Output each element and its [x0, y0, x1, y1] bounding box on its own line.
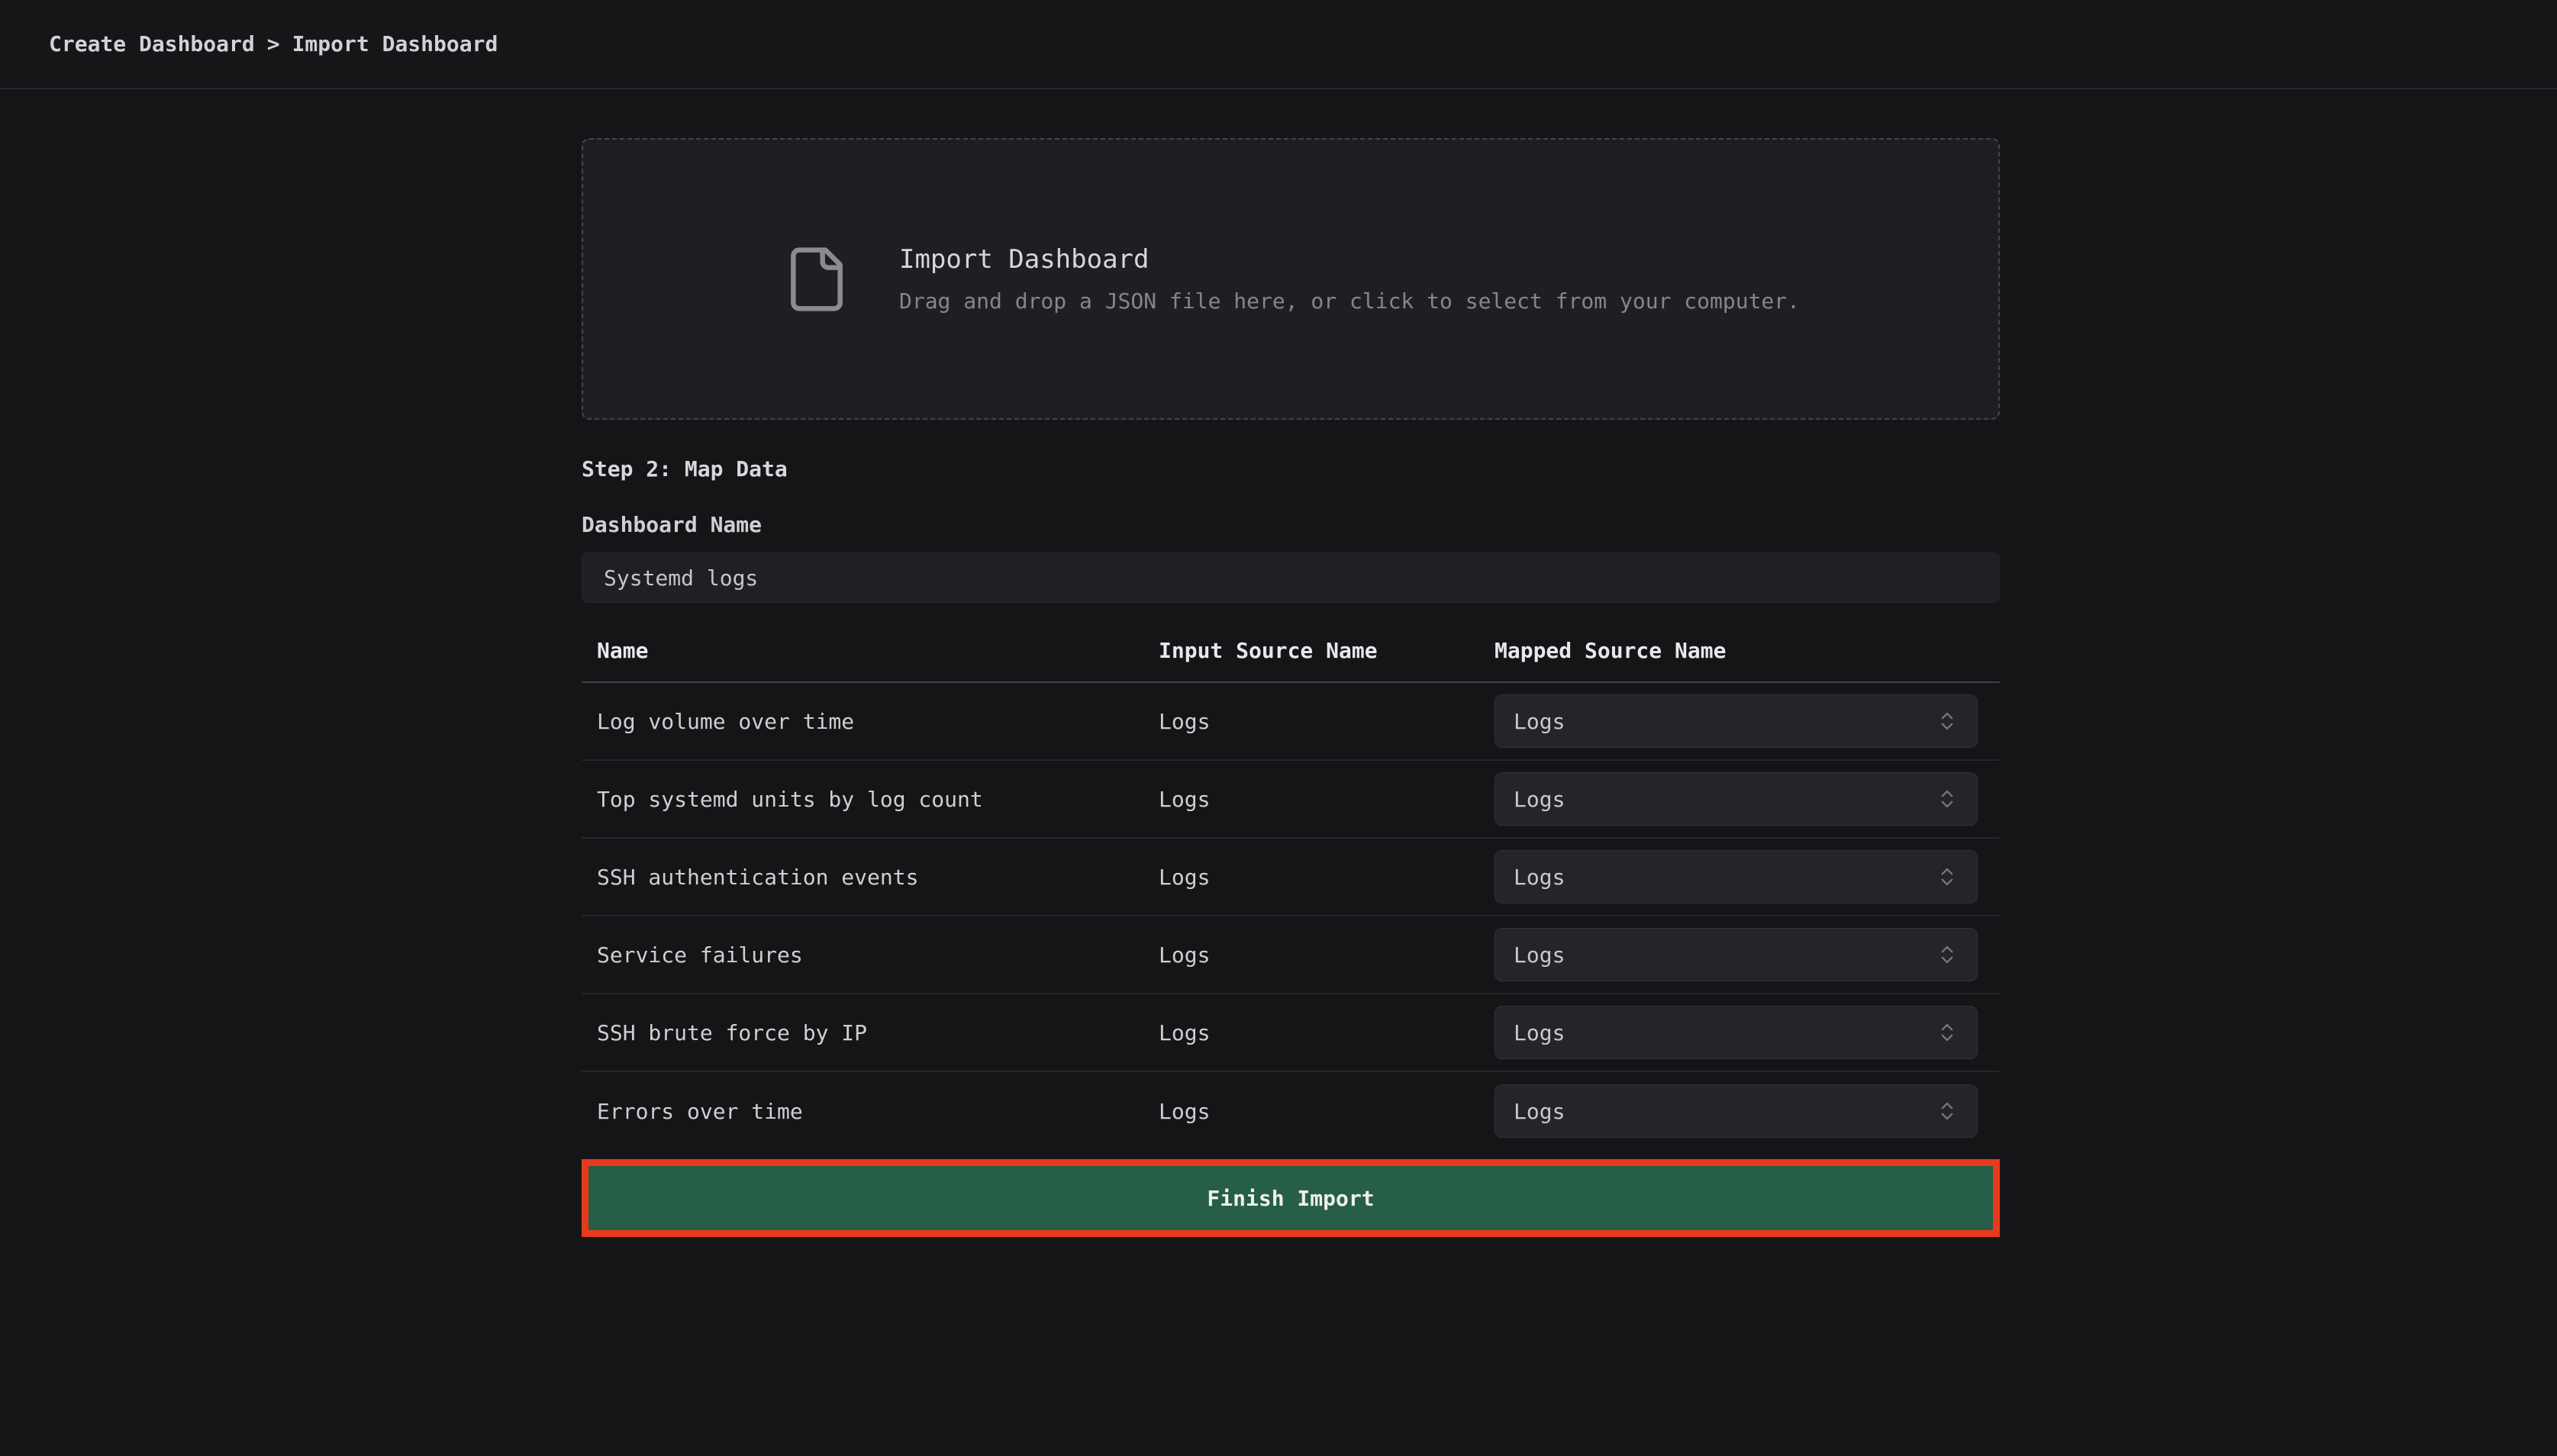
column-header-name: Name: [597, 638, 1159, 663]
dropzone-text: Import Dashboard Drag and drop a JSON fi…: [899, 244, 1800, 314]
mapped-source-select[interactable]: Logs: [1495, 1006, 1978, 1059]
breadcrumb-import-dashboard: Import Dashboard: [292, 31, 498, 56]
chevrons-up-down-icon: [1936, 1021, 1959, 1044]
source-mapping-table: Name Input Source Name Mapped Source Nam…: [582, 638, 2000, 1150]
finish-import-button[interactable]: Finish Import: [588, 1166, 1993, 1230]
column-header-mapped-source: Mapped Source Name: [1495, 638, 1985, 663]
import-dashboard-page: Import Dashboard Drag and drop a JSON fi…: [582, 89, 2000, 1237]
select-value: Logs: [1514, 942, 1565, 968]
chevrons-up-down-icon: [1936, 865, 1959, 888]
column-header-input-source: Input Source Name: [1159, 638, 1495, 663]
row-input-source: Logs: [1159, 1099, 1495, 1124]
row-input-source: Logs: [1159, 709, 1495, 734]
select-value: Logs: [1514, 787, 1565, 812]
row-name: SSH authentication events: [597, 865, 1159, 890]
file-icon: [782, 244, 852, 314]
chevrons-up-down-icon: [1936, 788, 1959, 810]
chevrons-up-down-icon: [1936, 943, 1959, 966]
mapped-source-select[interactable]: Logs: [1495, 694, 1978, 748]
breadcrumb-separator: >: [267, 31, 280, 56]
json-dropzone[interactable]: Import Dashboard Drag and drop a JSON fi…: [582, 138, 2000, 420]
row-name: Service failures: [597, 942, 1159, 968]
row-name: SSH brute force by IP: [597, 1020, 1159, 1045]
row-input-source: Logs: [1159, 942, 1495, 968]
mapped-source-select[interactable]: Logs: [1495, 850, 1978, 904]
row-input-source: Logs: [1159, 787, 1495, 812]
dashboard-name-label: Dashboard Name: [582, 512, 2000, 537]
row-name: Top systemd units by log count: [597, 787, 1159, 812]
dropzone-title: Import Dashboard: [899, 244, 1800, 275]
table-row: Service failures Logs Logs: [582, 916, 2000, 994]
breadcrumb: Create Dashboard > Import Dashboard: [49, 31, 498, 56]
row-name: Log volume over time: [597, 709, 1159, 734]
table-row: SSH authentication events Logs Logs: [582, 839, 2000, 916]
top-bar: Create Dashboard > Import Dashboard: [0, 0, 2557, 89]
mapped-source-select[interactable]: Logs: [1495, 772, 1978, 826]
select-value: Logs: [1514, 1099, 1565, 1124]
chevrons-up-down-icon: [1936, 710, 1959, 733]
row-name: Errors over time: [597, 1099, 1159, 1124]
dashboard-name-input[interactable]: [582, 552, 2000, 603]
mapped-source-select[interactable]: Logs: [1495, 928, 1978, 981]
table-row: Errors over time Logs Logs: [582, 1072, 2000, 1150]
annotation-highlight: Finish Import: [582, 1159, 2000, 1237]
table-row: SSH brute force by IP Logs Logs: [582, 994, 2000, 1072]
table-header-row: Name Input Source Name Mapped Source Nam…: [582, 638, 2000, 683]
select-value: Logs: [1514, 1020, 1565, 1045]
mapped-source-select[interactable]: Logs: [1495, 1084, 1978, 1138]
table-row: Log volume over time Logs Logs: [582, 683, 2000, 761]
select-value: Logs: [1514, 709, 1565, 734]
step-heading: Step 2: Map Data: [582, 456, 2000, 482]
row-input-source: Logs: [1159, 865, 1495, 890]
table-row: Top systemd units by log count Logs Logs: [582, 761, 2000, 839]
dropzone-content: Import Dashboard Drag and drop a JSON fi…: [782, 244, 1800, 314]
select-value: Logs: [1514, 865, 1565, 890]
breadcrumb-create-dashboard[interactable]: Create Dashboard: [49, 31, 255, 56]
dropzone-subtitle: Drag and drop a JSON file here, or click…: [899, 288, 1800, 314]
chevrons-up-down-icon: [1936, 1100, 1959, 1123]
row-input-source: Logs: [1159, 1020, 1495, 1045]
